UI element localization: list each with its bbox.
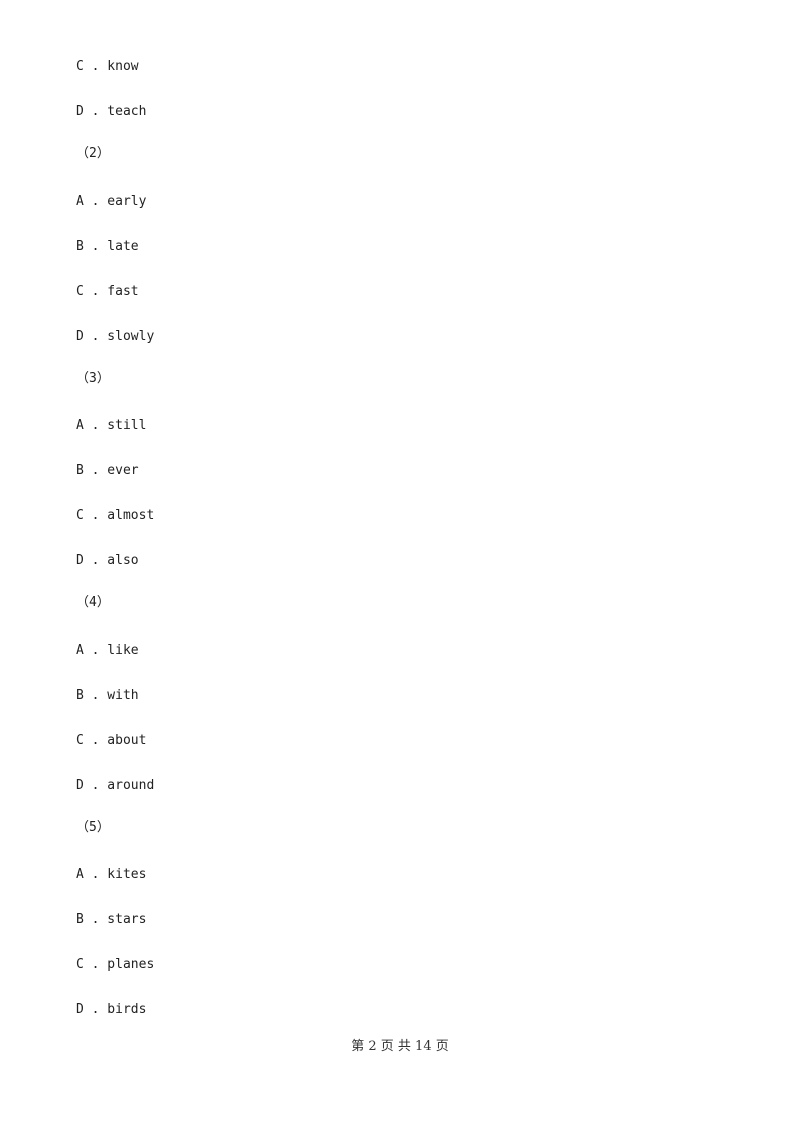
page-footer: 第 2 页 共 14 页 — [351, 1039, 449, 1054]
option-c: C . about — [76, 733, 147, 748]
option-b: B . stars — [76, 912, 147, 927]
question-number-2: （2） — [76, 146, 110, 161]
option-b: B . with — [76, 688, 139, 703]
question-number-5: （5） — [76, 820, 110, 835]
option-b: B . late — [76, 239, 139, 254]
option-a: A . still — [76, 418, 147, 433]
option-a: A . like — [76, 643, 139, 658]
option-a: A . kites — [76, 867, 147, 882]
option-2d: D . teach — [76, 104, 147, 119]
option-c: C . planes — [76, 957, 155, 972]
option-c: C . almost — [76, 508, 155, 523]
option-a: A . early — [76, 194, 147, 209]
question-number-4: （4） — [76, 595, 110, 610]
option-c: C . fast — [76, 284, 139, 299]
option-d: D . also — [76, 553, 139, 568]
question-number-3: （3） — [76, 371, 110, 386]
option-b: B . ever — [76, 463, 139, 478]
option-d: D . birds — [76, 1002, 147, 1017]
option-d: D . slowly — [76, 329, 155, 344]
option-d: D . around — [76, 778, 155, 793]
option-2c: C . know — [76, 59, 139, 74]
